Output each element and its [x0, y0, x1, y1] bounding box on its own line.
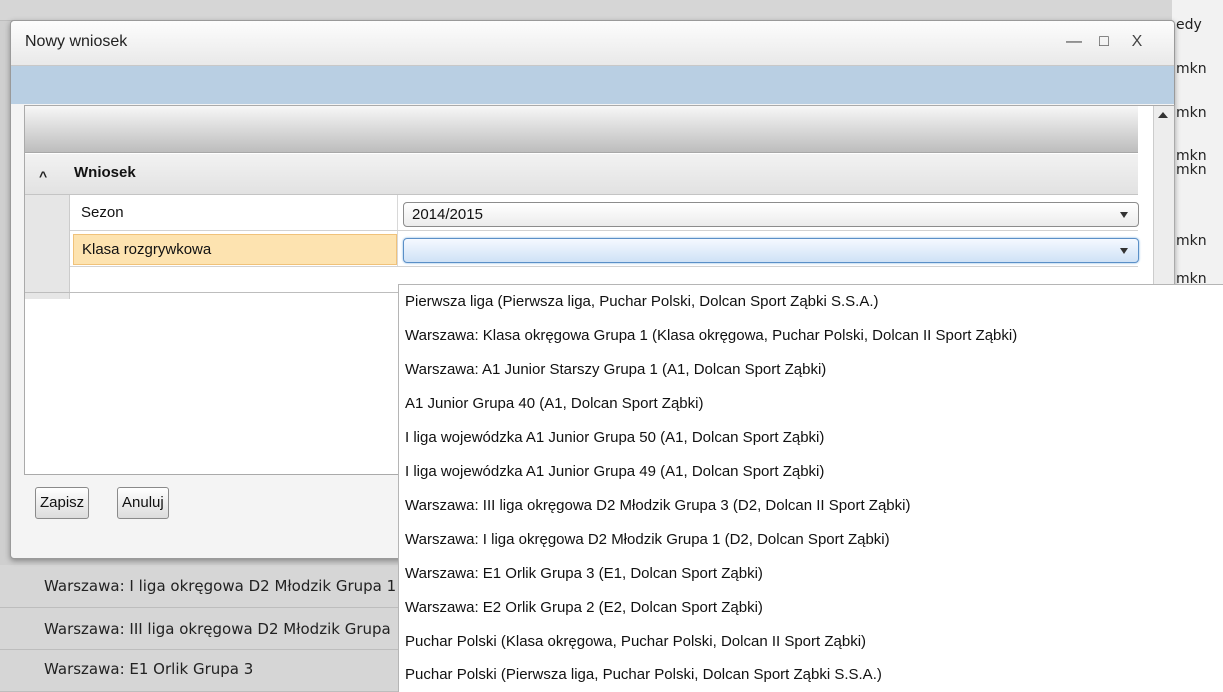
background-list-item: Warszawa: III liga okręgowa D2 Młodzik G… — [44, 620, 396, 638]
minimize-icon[interactable]: — — [1063, 31, 1085, 53]
close-icon[interactable]: X — [1126, 31, 1148, 53]
section-title: Wniosek — [74, 164, 136, 181]
save-button[interactable]: Zapisz — [35, 487, 90, 519]
dropdown-option[interactable]: A1 Junior Grupa 40 (A1, Dolcan Sport Ząb… — [405, 387, 703, 421]
maximize-icon[interactable]: □ — [1093, 31, 1115, 53]
dropdown-option[interactable]: I liga wojewódzka A1 Junior Grupa 49 (A1… — [405, 455, 824, 489]
scroll-up-icon[interactable] — [1158, 112, 1168, 118]
background-list-item: Warszawa: E1 Orlik Grupa 3 — [44, 660, 254, 678]
background-right-text: mkn — [1176, 162, 1207, 178]
background-right-text: mkn — [1176, 105, 1207, 121]
chevron-down-icon[interactable] — [1120, 248, 1128, 254]
field-label-season: Sezon — [81, 204, 124, 221]
cancel-button[interactable]: Anuluj — [117, 487, 169, 519]
dropdown-option[interactable]: Warszawa: E1 Orlik Grupa 3 (E1, Dolcan S… — [405, 557, 763, 591]
dropdown-option[interactable]: Warszawa: Klasa okręgowa Grupa 1 (Klasa … — [405, 319, 1017, 353]
dialog-title: Nowy wniosek — [25, 33, 128, 50]
dropdown-option[interactable]: Warszawa: A1 Junior Starszy Grupa 1 (A1,… — [405, 353, 826, 387]
background-header-row — [0, 0, 1223, 21]
dropdown-option[interactable]: I liga wojewódzka A1 Junior Grupa 50 (A1… — [405, 421, 824, 455]
class-select[interactable] — [403, 238, 1139, 263]
dropdown-option[interactable]: Puchar Polski (Klasa okręgowa, Puchar Po… — [405, 625, 866, 659]
dialog-titlebar[interactable]: Nowy wniosek — □ X — [11, 21, 1174, 66]
season-select[interactable]: 2014/2015 — [403, 202, 1139, 227]
background-list-item: Warszawa: I liga okręgowa D2 Młodzik Gru… — [44, 577, 396, 595]
section-indent — [25, 195, 70, 299]
dialog-toolbar-band — [11, 66, 1174, 104]
field-row-class: Klasa rozgrywkowa — [70, 231, 1139, 267]
background-right-text: mkn — [1176, 233, 1207, 249]
dropdown-option[interactable]: Warszawa: I liga okręgowa D2 Młodzik Gru… — [405, 523, 890, 557]
field-label-class: Klasa rozgrywkowa — [73, 234, 397, 265]
chevron-down-icon[interactable] — [1120, 212, 1128, 218]
dropdown-option[interactable]: Warszawa: E2 Orlik Grupa 2 (E2, Dolcan S… — [405, 591, 763, 625]
field-row-season: Sezon 2014/2015 — [70, 195, 1139, 231]
collapse-icon[interactable]: ^ — [39, 168, 47, 184]
form-header-bar — [25, 106, 1138, 153]
dropdown-option[interactable]: Warszawa: III liga okręgowa D2 Młodzik G… — [405, 489, 910, 523]
season-select-value: 2014/2015 — [412, 206, 483, 223]
field-divider — [397, 231, 398, 266]
background-right-text: mkn — [1176, 61, 1207, 77]
dropdown-option[interactable]: Puchar Polski (Pierwsza liga, Puchar Pol… — [405, 658, 882, 692]
field-divider — [397, 195, 398, 230]
background-right-text: edy — [1176, 17, 1202, 33]
section-header-wniosek[interactable]: ^ Wniosek — [25, 154, 1138, 195]
dropdown-option[interactable]: Pierwsza liga (Pierwsza liga, Puchar Pol… — [405, 285, 879, 319]
class-dropdown-list: Pierwsza liga (Pierwsza liga, Puchar Pol… — [398, 284, 1223, 692]
